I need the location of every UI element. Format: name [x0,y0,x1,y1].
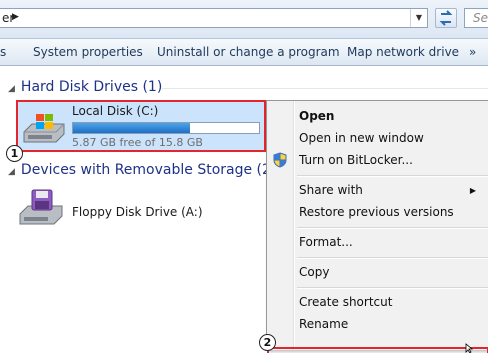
removable-section-header[interactable]: ◢ Devices with Removable Storage (2) [8,162,276,178]
refresh-icon [439,10,453,26]
address-field[interactable]: er ▶ ▼ [0,8,428,28]
floppy-drive-icon[interactable] [18,188,66,228]
menu-item-restore-versions[interactable]: Restore previous versions [299,205,454,219]
menu-item-rename[interactable]: Rename [299,317,348,331]
context-menu: Open Open in new window Turn on BitLocke… [266,100,488,353]
local-disk-tile[interactable]: Local Disk (C:) 5.87 GB free of 15.8 GB [16,100,266,152]
command-bar: s System properties Uninstall or change … [0,38,488,66]
address-dropdown-icon[interactable]: ▼ [410,9,427,27]
menu-separator [297,257,488,259]
search-input[interactable]: Se [464,8,488,28]
breadcrumb-arrow-icon[interactable]: ▶ [12,12,19,22]
local-disk-name: Local Disk (C:) [72,104,159,118]
menu-item-format[interactable]: Format... [299,235,353,249]
menu-icon-gutter [293,101,295,350]
mouse-cursor-icon [465,343,474,353]
hard-disk-section-header[interactable]: ◢ Hard Disk Drives (1) [8,79,162,95]
removable-section-title: Devices with Removable Storage (2) [20,162,277,178]
collapse-triangle-icon[interactable]: ◢ [8,167,15,177]
highlight-box-2 [267,347,488,353]
hard-drive-icon [23,114,65,143]
map-network-drive-button[interactable]: Map network drive [347,45,459,59]
address-toolbar: er ▶ ▼ Se [0,0,488,38]
shield-icon [273,152,287,168]
system-properties-button[interactable]: System properties [33,45,143,59]
callout-badge-2: 2 [259,334,276,351]
collapse-triangle-icon[interactable]: ◢ [8,84,15,94]
floppy-drive-name[interactable]: Floppy Disk Drive (A:) [72,205,203,219]
menu-item-open[interactable]: Open [299,109,334,123]
submenu-arrow-icon: ▶ [469,186,476,195]
disk-free-space: 5.87 GB free of 15.8 GB [72,136,203,149]
disk-usage-bar [72,122,260,134]
menu-item-share-with[interactable]: Share with [299,183,363,197]
search-placeholder: Se [473,11,488,25]
disk-usage-fill [73,123,191,133]
callout-badge-1: 1 [6,145,23,162]
command-truncated[interactable]: s [0,45,6,59]
menu-item-create-shortcut[interactable]: Create shortcut [299,295,392,309]
section-divider [162,88,488,89]
refresh-button[interactable] [435,8,457,28]
menu-separator [297,287,488,289]
menu-separator [297,227,488,229]
hard-disk-section-title: Hard Disk Drives (1) [20,79,163,95]
menu-separator [297,175,488,177]
uninstall-program-button[interactable]: Uninstall or change a program [157,45,340,59]
menu-item-open-new-window[interactable]: Open in new window [299,131,424,145]
menu-item-copy[interactable]: Copy [299,265,329,279]
menu-item-bitlocker[interactable]: Turn on BitLocker... [299,153,413,167]
more-commands-button[interactable]: » [469,45,476,59]
